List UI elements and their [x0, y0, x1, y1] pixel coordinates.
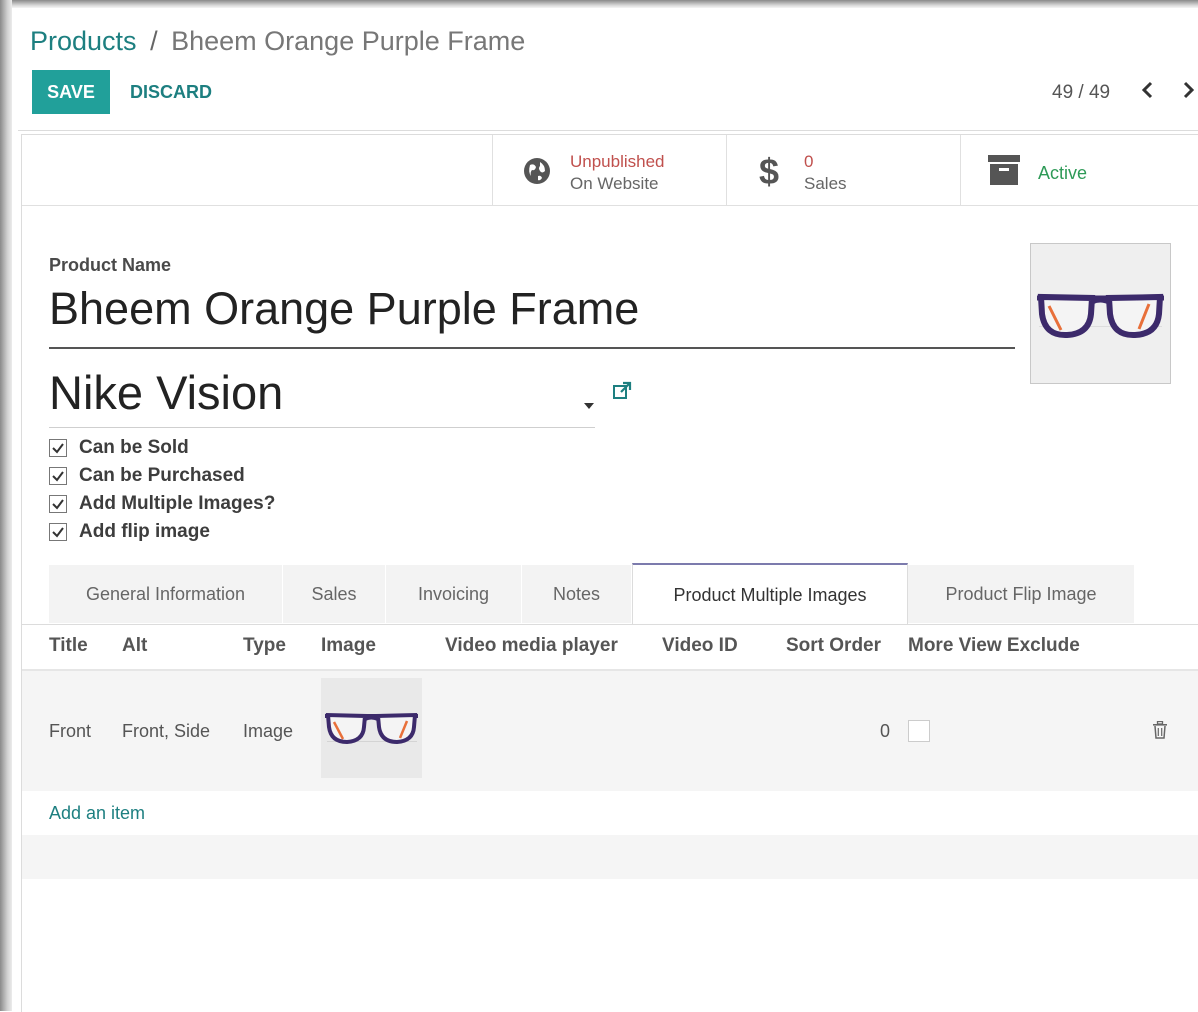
cell-type[interactable]: Image	[243, 721, 293, 742]
tab-invoicing[interactable]: Invoicing	[386, 565, 522, 623]
tab-notes[interactable]: Notes	[522, 565, 632, 623]
brand-field[interactable]: Nike Vision	[49, 365, 283, 420]
column-image[interactable]: Image	[321, 635, 376, 657]
checkbox[interactable]	[49, 467, 67, 485]
checkbox-label: Can be Purchased	[79, 465, 245, 486]
tab-general-information[interactable]: General Information	[49, 565, 283, 623]
cell-title[interactable]: Front	[49, 721, 91, 742]
breadcrumb-separator: /	[150, 26, 158, 56]
website-status: Unpublished	[570, 152, 665, 171]
external-link-icon[interactable]	[612, 381, 632, 406]
product-name-label: Product Name	[49, 255, 172, 275]
tab-product-multiple-images[interactable]: Product Multiple Images	[632, 563, 908, 625]
checkbox-label: Add flip image	[79, 521, 210, 542]
dollar-icon: $	[759, 151, 780, 192]
pager-value[interactable]: 49 / 49	[1052, 82, 1110, 104]
discard-button[interactable]: DISCARD	[130, 70, 212, 114]
product-name-field[interactable]: Bheem Orange Purple Frame	[49, 283, 639, 335]
cell-image[interactable]	[321, 678, 422, 778]
form-sheet: Unpublished On Website $ 0 Sales Active …	[21, 134, 1198, 1012]
add-item-link[interactable]: Add an item	[49, 803, 145, 824]
window-shadow-top	[0, 0, 1198, 8]
control-panel-divider	[18, 130, 1198, 131]
chevron-right-icon[interactable]	[1178, 78, 1198, 102]
checkbox-label: Add Multiple Images?	[79, 493, 276, 514]
checkbox-label: Can be Sold	[79, 437, 189, 458]
brand-underline	[49, 427, 595, 428]
tab-sales[interactable]: Sales	[283, 565, 386, 623]
checkbox[interactable]	[49, 439, 67, 457]
chevron-left-icon[interactable]	[1138, 78, 1158, 102]
breadcrumb: Products / Bheem Orange Purple Frame	[30, 26, 525, 57]
trash-icon[interactable]	[1152, 720, 1168, 744]
breadcrumb-current: Bheem Orange Purple Frame	[171, 26, 526, 56]
checkbox[interactable]	[49, 495, 67, 513]
active-toggle-button[interactable]: Active	[960, 135, 1198, 205]
column-video-media-player[interactable]: Video media player	[445, 635, 618, 657]
form-view: Products / Bheem Orange Purple Frame SAV…	[18, 8, 1198, 1012]
tab-product-flip-image[interactable]: Product Flip Image	[908, 565, 1135, 623]
more-view-exclude-checkbox[interactable]	[908, 720, 930, 742]
product-name-underline	[49, 347, 1015, 349]
column-sort-order[interactable]: Sort Order	[786, 635, 881, 657]
glasses-thumbnail	[325, 712, 418, 745]
product-image[interactable]	[1030, 243, 1171, 384]
website-status-sub: On Website	[570, 174, 659, 193]
breadcrumb-products-link[interactable]: Products	[30, 26, 137, 56]
glasses-image	[1037, 293, 1164, 339]
checkbox[interactable]	[49, 523, 67, 541]
column-alt[interactable]: Alt	[122, 635, 147, 657]
sales-stat-button[interactable]: $ 0 Sales	[726, 135, 961, 205]
sales-count: 0	[804, 152, 814, 171]
cell-sort-order[interactable]: 0	[880, 721, 890, 742]
button-box-divider	[22, 205, 1198, 206]
column-more-view-exclude[interactable]: More View Exclude	[908, 635, 1080, 657]
cell-alt[interactable]: Front, Side	[122, 721, 210, 742]
save-button[interactable]: SAVE	[32, 70, 110, 114]
sales-label: Sales	[804, 174, 847, 193]
column-video-id[interactable]: Video ID	[662, 635, 738, 657]
active-label: Active	[1038, 163, 1088, 183]
column-title[interactable]: Title	[49, 635, 88, 657]
caret-down-icon[interactable]	[583, 397, 595, 415]
website-publish-button[interactable]: Unpublished On Website	[492, 135, 727, 205]
tab-divider	[22, 624, 1198, 625]
archive-icon	[988, 155, 1020, 190]
globe-icon	[523, 157, 551, 190]
table-footer	[22, 835, 1198, 879]
column-type[interactable]: Type	[243, 635, 286, 657]
window-shadow-left	[0, 0, 12, 1011]
